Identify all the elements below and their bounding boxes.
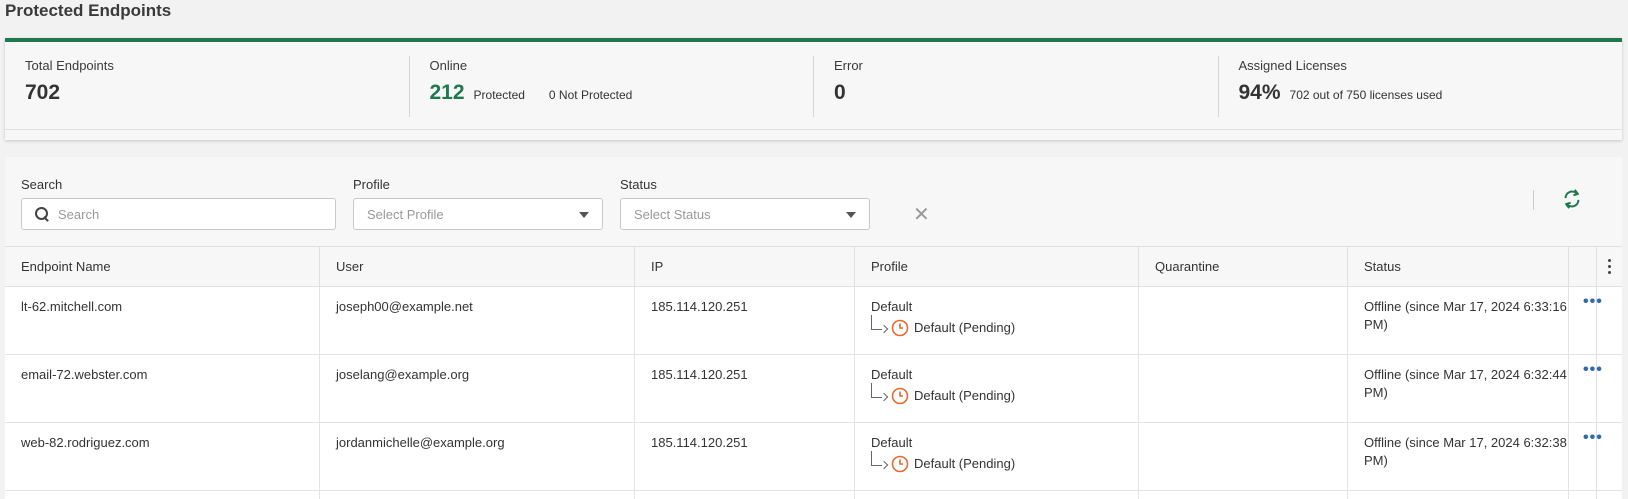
endpoint-profile: Default Default (Pending) [855, 423, 1139, 490]
profile-pending: Default (Pending) [871, 383, 1138, 405]
endpoint-status: Offline (since Mar 17, 2024 6:32:44 PM) [1348, 355, 1569, 422]
page-title: Protected Endpoints [5, 1, 172, 20]
search-input[interactable]: Search [21, 198, 336, 230]
search-label: Search [21, 177, 63, 192]
search-field: Search Search [21, 177, 336, 230]
arrow-right-icon [871, 383, 889, 404]
stat-error: Error 0 [814, 56, 1219, 117]
table-cell [1569, 491, 1597, 499]
endpoint-user: joseph00@example.net [320, 287, 635, 354]
profile-placeholder: Select Profile [367, 206, 444, 222]
profile-label: Profile [353, 177, 390, 192]
close-icon[interactable]: ✕ [913, 205, 930, 225]
endpoint-name[interactable]: lt-62.mitchell.com [5, 287, 320, 354]
stat-assigned-licenses: Assigned Licenses 94% 702 out of 750 lic… [1219, 56, 1623, 117]
profile-current: Default [871, 435, 913, 450]
profile-current: Default [871, 299, 913, 314]
stat-value: 702 [25, 81, 61, 104]
column-header-quarantine[interactable]: Quarantine [1139, 247, 1348, 286]
stat-label: Online [429, 58, 468, 73]
table-cell [855, 491, 1139, 499]
profile-select[interactable]: Select Profile [353, 198, 603, 230]
licenses-detail: 702 out of 750 licenses used [1289, 88, 1443, 102]
kebab-vertical-icon [1608, 259, 1611, 275]
endpoint-user: jordanmichelle@example.org [320, 423, 635, 490]
endpoint-name[interactable]: email-72.webster.com [5, 355, 320, 422]
status-field: Status Select Status [620, 177, 870, 230]
endpoint-profile: Default Default (Pending) [855, 355, 1139, 422]
profile-pending: Default (Pending) [871, 451, 1138, 473]
column-header-actions [1569, 247, 1597, 286]
endpoint-name[interactable]: web-82.rodriguez.com [5, 423, 320, 490]
table-row[interactable] [5, 491, 1622, 499]
search-icon [35, 207, 49, 221]
stat-value: 94% [1238, 81, 1281, 104]
endpoint-user: joselang@example.org [320, 355, 635, 422]
endpoint-ip: 185.114.120.251 [635, 355, 855, 422]
table-cell [635, 491, 855, 499]
chevron-down-icon [846, 212, 856, 218]
endpoint-quarantine [1139, 287, 1348, 354]
divider [1533, 190, 1534, 210]
pending-label: Default (Pending) [914, 456, 1016, 471]
row-actions-button[interactable]: ••• [1569, 355, 1602, 422]
endpoint-ip: 185.114.120.251 [635, 423, 855, 490]
clock-icon [891, 455, 909, 473]
table-row[interactable]: email-72.webster.com joselang@example.or… [5, 355, 1622, 423]
pending-label: Default (Pending) [914, 388, 1016, 403]
column-header-user[interactable]: User [320, 247, 635, 286]
endpoint-profile: Default Default (Pending) [855, 287, 1139, 354]
table-row[interactable]: lt-62.mitchell.com joseph00@example.net … [5, 287, 1622, 355]
table-cell [1597, 491, 1622, 499]
table-cell [320, 491, 635, 499]
column-header-endpoint-name[interactable]: Endpoint Name [5, 247, 320, 286]
filter-panel: Search Search Profile Select Profile Sta… [5, 157, 1622, 247]
protected-label: Protected [473, 88, 525, 102]
row-actions-button[interactable]: ••• [1569, 287, 1602, 354]
endpoint-status: Offline (since Mar 17, 2024 6:33:16 PM) [1348, 287, 1569, 354]
row-spacer [1597, 423, 1622, 490]
row-spacer [1597, 355, 1622, 422]
arrow-right-icon [871, 315, 889, 336]
endpoint-status: Offline (since Mar 17, 2024 6:32:38 PM) [1348, 423, 1569, 490]
search-placeholder: Search [58, 206, 100, 222]
table-cell [1348, 491, 1569, 499]
table-row[interactable]: web-82.rodriguez.com jordanmichelle@exam… [5, 423, 1622, 491]
status-placeholder: Select Status [634, 206, 711, 222]
stat-label: Error [834, 58, 863, 73]
stat-label: Assigned Licenses [1238, 58, 1347, 73]
refresh-icon[interactable] [1561, 188, 1583, 210]
pending-label: Default (Pending) [914, 320, 1016, 335]
endpoints-table: Endpoint Name User IP Profile Quarantine… [5, 247, 1622, 499]
stat-value: 0 [834, 81, 846, 104]
table-cell [1139, 491, 1348, 499]
clock-icon [891, 387, 909, 405]
endpoint-ip: 185.114.120.251 [635, 287, 855, 354]
table-header: Endpoint Name User IP Profile Quarantine… [5, 247, 1622, 287]
profile-current: Default [871, 367, 913, 382]
status-label: Status [620, 177, 657, 192]
stat-online: Online 212 Protected 0 Not Protected [410, 56, 814, 117]
row-actions-button[interactable]: ••• [1569, 423, 1602, 490]
stat-value: 212 [429, 81, 465, 104]
table-cell [5, 491, 320, 499]
status-select[interactable]: Select Status [620, 198, 870, 230]
column-header-ip[interactable]: IP [635, 247, 855, 286]
stats-card: Total Endpoints 702 Online 212 Protected… [5, 38, 1622, 140]
column-header-profile[interactable]: Profile [855, 247, 1139, 286]
chevron-down-icon [579, 212, 589, 218]
row-spacer [1597, 287, 1622, 354]
endpoint-quarantine [1139, 423, 1348, 490]
endpoint-quarantine [1139, 355, 1348, 422]
profile-pending: Default (Pending) [871, 315, 1138, 337]
column-options-button[interactable] [1597, 247, 1622, 286]
clock-icon [891, 319, 909, 337]
arrow-right-icon [871, 451, 889, 472]
profile-field: Profile Select Profile [353, 177, 603, 230]
stat-label: Total Endpoints [25, 58, 114, 73]
stat-total-endpoints: Total Endpoints 702 [5, 56, 410, 117]
not-protected-label: 0 Not Protected [548, 88, 633, 102]
column-header-status[interactable]: Status [1348, 247, 1569, 286]
